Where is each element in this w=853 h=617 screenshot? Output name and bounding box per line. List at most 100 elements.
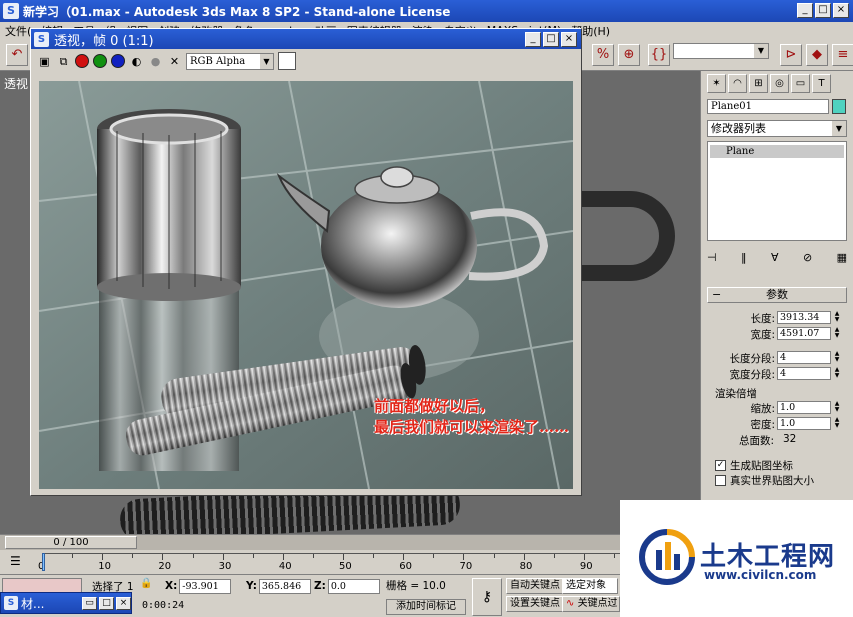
spinner-snap-icon[interactable]: ⊕ [618,44,640,66]
minimize-button[interactable]: _ [797,3,813,18]
set-key-icon[interactable]: ⚷ [472,578,502,616]
restore-button[interactable]: ▭ [82,596,97,610]
create-tab-icon[interactable]: ✶ [707,74,726,93]
mirror-icon[interactable]: ⊳ [780,44,802,66]
z-coord-input[interactable]: 0.0 [327,578,380,594]
utilities-tab-icon[interactable]: T [812,74,831,93]
maximize-button[interactable]: □ [543,32,559,47]
spinner-icon[interactable]: ▲ ▼ [833,351,841,364]
mono-icon[interactable]: ● [148,54,163,69]
scale-input[interactable]: 1.0 [777,401,831,414]
object-name-field[interactable]: Plane01 [707,99,829,114]
scale-param: 缩放: 1.0 ▲ ▼ [707,401,847,416]
width-segs-input[interactable]: 4 [777,367,831,380]
render-multipliers-label: 渲染倍增 [715,388,757,400]
green-channel-icon[interactable] [93,54,107,68]
time-display: 0:00:24 [142,600,185,611]
alpha-channel-icon[interactable]: ◐ [129,54,144,69]
site-watermark: 土木工程网 www.civilcn.com [620,500,853,617]
close-button[interactable]: × [561,32,577,47]
make-unique-icon[interactable]: ∀ [771,251,779,269]
x-coord-input[interactable]: -93.901 [179,578,232,594]
frame-tick-label: 20 [158,561,172,572]
frame-ruler[interactable]: 0102030405060708090 [38,553,620,572]
key-filters-label: 关键点过 [577,598,618,609]
selected-object-dropdown[interactable]: 选定对象 [562,578,618,594]
color-swatch[interactable] [278,52,296,70]
frame-tick [132,554,134,558]
align-icon[interactable]: ◆ [806,44,828,66]
minimized-material-window[interactable]: S 材... ▭ □ × [0,592,132,614]
viewport-teapot-handle [580,191,675,281]
object-color-swatch[interactable] [832,99,846,114]
clone-icon[interactable]: ⧉ [56,54,71,69]
parameters-rollout[interactable]: − 参数 [707,287,847,303]
render-window-toolbar: ▣ ⧉ ◐ ● ✕ RGB Alpha ▼ [31,49,581,73]
length-segs-input[interactable]: 4 [777,351,831,364]
modifier-list-label: 修改器列表 [711,122,766,135]
grid-size: 栅格 = 10.0 [386,580,446,592]
lock-icon[interactable]: 🔒 [140,578,152,589]
density-input[interactable]: 1.0 [777,417,831,430]
real-world-map-checkbox[interactable]: 真实世界贴图大小 [715,473,814,488]
3ds-max-icon: S [34,31,49,47]
red-channel-icon[interactable] [75,54,89,68]
spinner-icon[interactable]: ▲ ▼ [833,327,841,340]
close-button[interactable]: × [833,3,849,18]
stack-item-plane[interactable]: Plane [710,145,844,158]
gen-map-coords-checkbox[interactable]: ✓ 生成贴图坐标 [715,458,793,473]
y-label: Y: [246,580,257,592]
caption-line-2: 最后我们就可以来渲染了…… [374,418,570,436]
remove-modifier-icon[interactable]: ⊘ [803,251,812,269]
motion-tab-icon[interactable]: ◎ [770,74,789,93]
hierarchy-tab-icon[interactable]: ⊞ [749,74,768,93]
snap-toggle-icon[interactable]: % [592,44,614,66]
auto-key-button[interactable]: 自动关键点 [506,578,564,594]
current-frame-marker[interactable] [42,553,45,571]
minimize-button[interactable]: _ [525,32,541,47]
clear-icon[interactable]: ✕ [167,54,182,69]
frame-tick [252,554,254,558]
y-coord-input[interactable]: 365.846 [258,578,311,594]
named-selection-icon[interactable]: {} [648,44,670,66]
frame-tick-label: 80 [519,561,533,572]
modify-tab-icon[interactable]: ◠ [728,74,747,93]
configure-sets-icon[interactable]: ▦ [837,251,847,269]
layer-manager-icon[interactable]: ≡ [832,44,853,66]
render-window-titlebar[interactable]: S 透视，帧 0 (1:1) _ □ × [31,29,581,49]
blue-channel-icon[interactable] [111,54,125,68]
caption-line-1: 前面都做好以后， [374,397,495,415]
key-filters-button[interactable]: ∿ 关键点过 [562,596,620,612]
length-input[interactable]: 3913.34 [777,311,831,324]
named-selection-combo[interactable]: ▼ [673,43,769,59]
frame-tick [613,554,615,558]
rendered-frame-window[interactable]: S 透视，帧 0 (1:1) _ □ × ▣ ⧉ ◐ ● ✕ RGB Alpha… [30,28,582,496]
set-key-button[interactable]: 设置关键点 [506,596,564,612]
spinner-icon[interactable]: ▲ ▼ [833,311,841,324]
frame-tick [373,554,375,558]
spinner-icon[interactable]: ▲ ▼ [833,367,841,380]
pin-stack-icon[interactable]: ⊣ [707,251,717,269]
show-end-result-icon[interactable]: ‖ [741,251,747,269]
maximize-button[interactable]: □ [99,596,114,610]
width-input[interactable]: 4591.07 [777,327,831,340]
width-label: 宽度: [750,329,775,341]
close-button[interactable]: × [116,596,131,610]
track-bar[interactable]: ☰ 0102030405060708090 [0,550,620,574]
display-tab-icon[interactable]: ▭ [791,74,810,93]
undo-icon[interactable]: ↶ [6,44,28,66]
modifier-list-dropdown[interactable]: 修改器列表 ▼ [707,120,847,137]
save-icon[interactable]: ▣ [37,54,52,69]
spinner-icon[interactable]: ▲ ▼ [833,417,841,430]
title-bar[interactable]: S 新学习（01.max - Autodesk 3ds Max 8 SP2 - … [0,0,853,22]
spinner-icon[interactable]: ▲ ▼ [833,401,841,414]
modifier-stack[interactable]: Plane [707,141,847,241]
key-filter-icon[interactable]: ☰ [10,554,21,568]
time-slider-thumb[interactable]: 0 / 100 [5,536,137,549]
frame-tick [192,554,194,558]
channel-select[interactable]: RGB Alpha ▼ [186,52,274,70]
checkmark-icon: ✓ [715,460,726,471]
add-time-tag-button[interactable]: 添加时间标记 [386,599,466,615]
maximize-button[interactable]: □ [815,3,831,18]
viewport-label[interactable]: 透视 [4,75,28,92]
